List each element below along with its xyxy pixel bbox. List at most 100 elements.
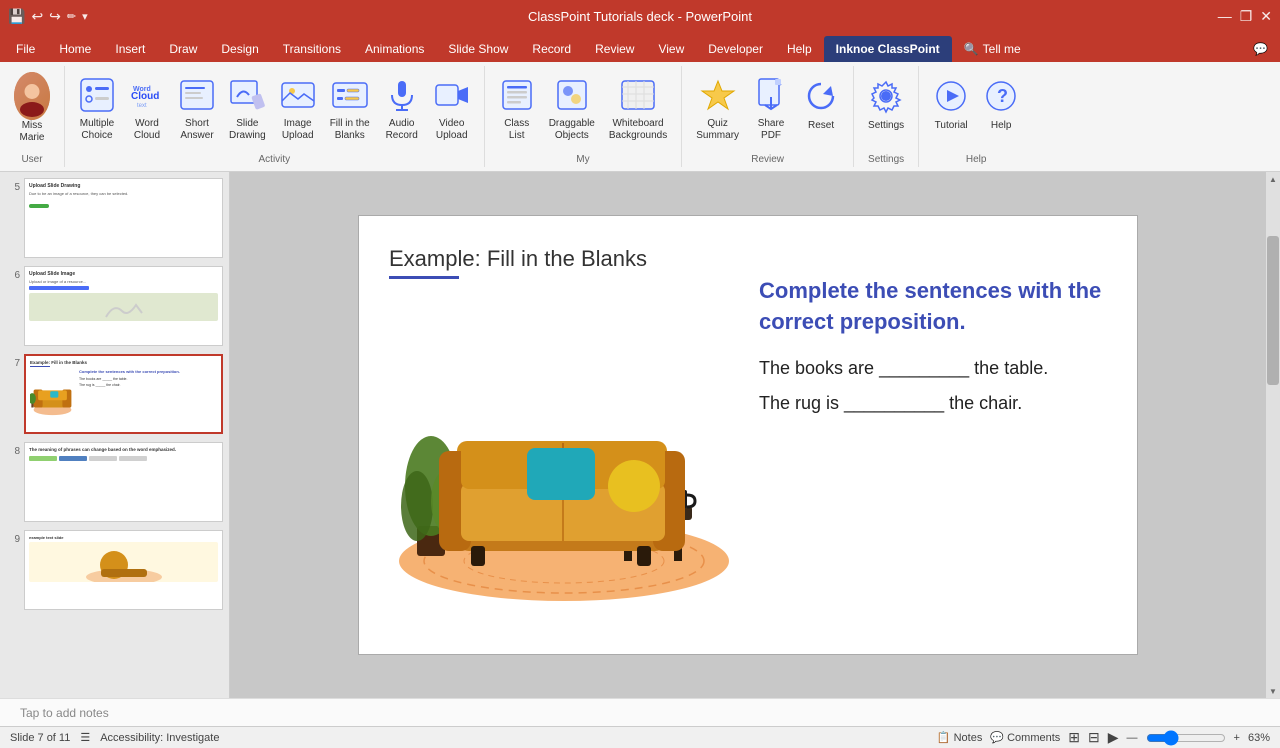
zoom-slider[interactable] (1146, 730, 1226, 746)
help-section-label: Help (927, 154, 1025, 167)
svg-text:text: text (137, 103, 147, 109)
minimize-icon[interactable]: — (1218, 8, 1232, 24)
ribbon-my-content: ClassList DraggableObjects (493, 66, 674, 154)
ribbon: MissMarie User MultipleChoice (0, 62, 1280, 172)
comments-btn[interactable]: 💬 Comments (990, 731, 1060, 744)
whiteboard-bg-icon (620, 74, 656, 116)
slide-thumb-6[interactable]: 6 Upload Slide Image Upload or image of … (4, 264, 225, 348)
slide-drawing-button[interactable]: SlideDrawing (223, 70, 272, 146)
multiple-choice-button[interactable]: MultipleChoice (73, 70, 121, 146)
more-icon[interactable]: ▾ (82, 10, 88, 23)
help-icon: ? (983, 74, 1019, 118)
svg-text:?: ? (997, 86, 1008, 106)
slide-question: Complete the sentences with the correct … (759, 276, 1117, 338)
zoom-in-btn[interactable]: + (1234, 732, 1240, 744)
tab-record[interactable]: Record (520, 36, 583, 62)
comments-label: Comments (1007, 732, 1060, 744)
redo-icon[interactable]: ↪ (49, 8, 61, 25)
tab-help[interactable]: Help (775, 36, 824, 62)
whiteboard-bg-button[interactable]: WhiteboardBackgrounds (603, 70, 673, 146)
slide-thumb-5[interactable]: 5 Upload Slide Drawing Due to be an imag… (4, 176, 225, 260)
quiz-summary-button[interactable]: QuizSummary (690, 70, 745, 146)
audio-record-button[interactable]: AudioRecord (378, 70, 426, 146)
restore-icon[interactable]: ❐ (1240, 8, 1253, 25)
slide-num-5: 5 (6, 178, 20, 193)
slide-sentence-1: The books are _________ the table. (759, 358, 1117, 379)
notes-btn[interactable]: 📋 Notes (937, 731, 983, 744)
whiteboard-bg-label: WhiteboardBackgrounds (609, 118, 667, 142)
view-slideshow-btn[interactable]: ▶ (1108, 729, 1119, 746)
comments-icon: 💬 (990, 732, 1004, 744)
image-upload-button[interactable]: ImageUpload (274, 70, 322, 146)
user-section-label: User (8, 154, 56, 167)
tutorial-label: Tutorial (935, 120, 968, 132)
tab-search[interactable]: 🔍 Tell me (952, 36, 1033, 62)
slide-info: Slide 7 of 11 (10, 732, 70, 744)
undo-icon[interactable]: ↩ (31, 8, 43, 25)
tab-comments-btn[interactable]: 💬 (1241, 36, 1280, 62)
draggable-objects-label: DraggableObjects (549, 118, 595, 142)
slide-underline (389, 276, 459, 279)
tab-review[interactable]: Review (583, 36, 646, 62)
user-avatar-btn[interactable]: MissMarie (8, 70, 56, 146)
tutorial-button[interactable]: Tutorial (927, 70, 975, 146)
tab-design[interactable]: Design (209, 36, 270, 62)
customize-icon[interactable]: ✏ (67, 10, 76, 23)
my-section-label: My (493, 154, 674, 167)
statusbar: Slide 7 of 11 ☰ Accessibility: Investiga… (0, 726, 1280, 748)
quiz-summary-icon (700, 74, 736, 116)
slide-num-8: 8 (6, 442, 20, 457)
tab-slideshow[interactable]: Slide Show (436, 36, 520, 62)
ribbon-user-section: MissMarie User (0, 66, 65, 167)
tab-draw[interactable]: Draw (157, 36, 209, 62)
activity-section-label: Activity (73, 154, 476, 167)
class-list-button[interactable]: ClassList (493, 70, 541, 146)
tab-home[interactable]: Home (47, 36, 103, 62)
share-pdf-button[interactable]: SharePDF (747, 70, 795, 146)
right-scrollbar[interactable]: ▲ ▼ (1266, 172, 1280, 698)
tab-insert[interactable]: Insert (103, 36, 157, 62)
ribbon-help-section: Tutorial ? Help Help (919, 66, 1033, 167)
window-title: ClassPoint Tutorials deck - PowerPoint (528, 9, 752, 24)
slide-view-icon[interactable]: ☰ (80, 731, 90, 744)
settings-section-label: Settings (862, 154, 910, 167)
close-icon[interactable]: ✕ (1260, 8, 1272, 25)
tab-animations[interactable]: Animations (353, 36, 436, 62)
statusbar-left: Slide 7 of 11 ☰ Accessibility: Investiga… (10, 731, 219, 744)
tab-file[interactable]: File (4, 36, 47, 62)
slide-thumb-8[interactable]: 8 The meaning of phrases can change base… (4, 440, 225, 524)
reset-label: Reset (808, 120, 834, 132)
search-icon: 🔍 (964, 42, 979, 56)
tab-inknoe[interactable]: Inknoe ClassPoint (824, 36, 952, 62)
slide-num-7: 7 (6, 354, 20, 369)
draggable-objects-button[interactable]: DraggableObjects (543, 70, 601, 146)
quiz-summary-label: QuizSummary (696, 118, 739, 142)
view-normal-btn[interactable]: ⊞ (1068, 729, 1080, 746)
help-button[interactable]: ? Help (977, 70, 1025, 146)
audio-record-icon (384, 74, 420, 116)
ribbon-settings-content: Settings (862, 66, 910, 154)
slide-panel: 5 Upload Slide Drawing Due to be an imag… (0, 172, 230, 698)
fill-blanks-icon (332, 74, 368, 116)
slide-thumb-9[interactable]: 9 example text slide (4, 528, 225, 612)
settings-icon (868, 74, 904, 118)
slide-img-8: The meaning of phrases can change based … (24, 442, 223, 522)
tab-developer[interactable]: Developer (696, 36, 775, 62)
ribbon-activity-section: MultipleChoice Word Cloud text WordCloud (65, 66, 485, 167)
short-answer-button[interactable]: ShortAnswer (173, 70, 221, 146)
view-outline-btn[interactable]: ⊟ (1088, 729, 1100, 746)
video-upload-button[interactable]: VideoUpload (428, 70, 476, 146)
tab-transitions[interactable]: Transitions (271, 36, 353, 62)
draggable-objects-icon (554, 74, 590, 116)
settings-button[interactable]: Settings (862, 70, 910, 146)
image-upload-label: ImageUpload (282, 118, 314, 142)
tab-view[interactable]: View (646, 36, 696, 62)
fill-blanks-button[interactable]: Fill in theBlanks (324, 70, 376, 146)
notes-bar[interactable]: Tap to add notes (0, 698, 1280, 726)
zoom-out-btn[interactable]: — (1127, 732, 1138, 744)
reset-button[interactable]: Reset (797, 70, 845, 146)
word-cloud-button[interactable]: Word Cloud text WordCloud (123, 70, 171, 146)
slide-img-6: Upload Slide Image Upload or image of a … (24, 266, 223, 346)
save-icon[interactable]: 💾 (8, 8, 25, 25)
slide-thumb-7[interactable]: 7 Example: Fill in the Blanks (4, 352, 225, 436)
